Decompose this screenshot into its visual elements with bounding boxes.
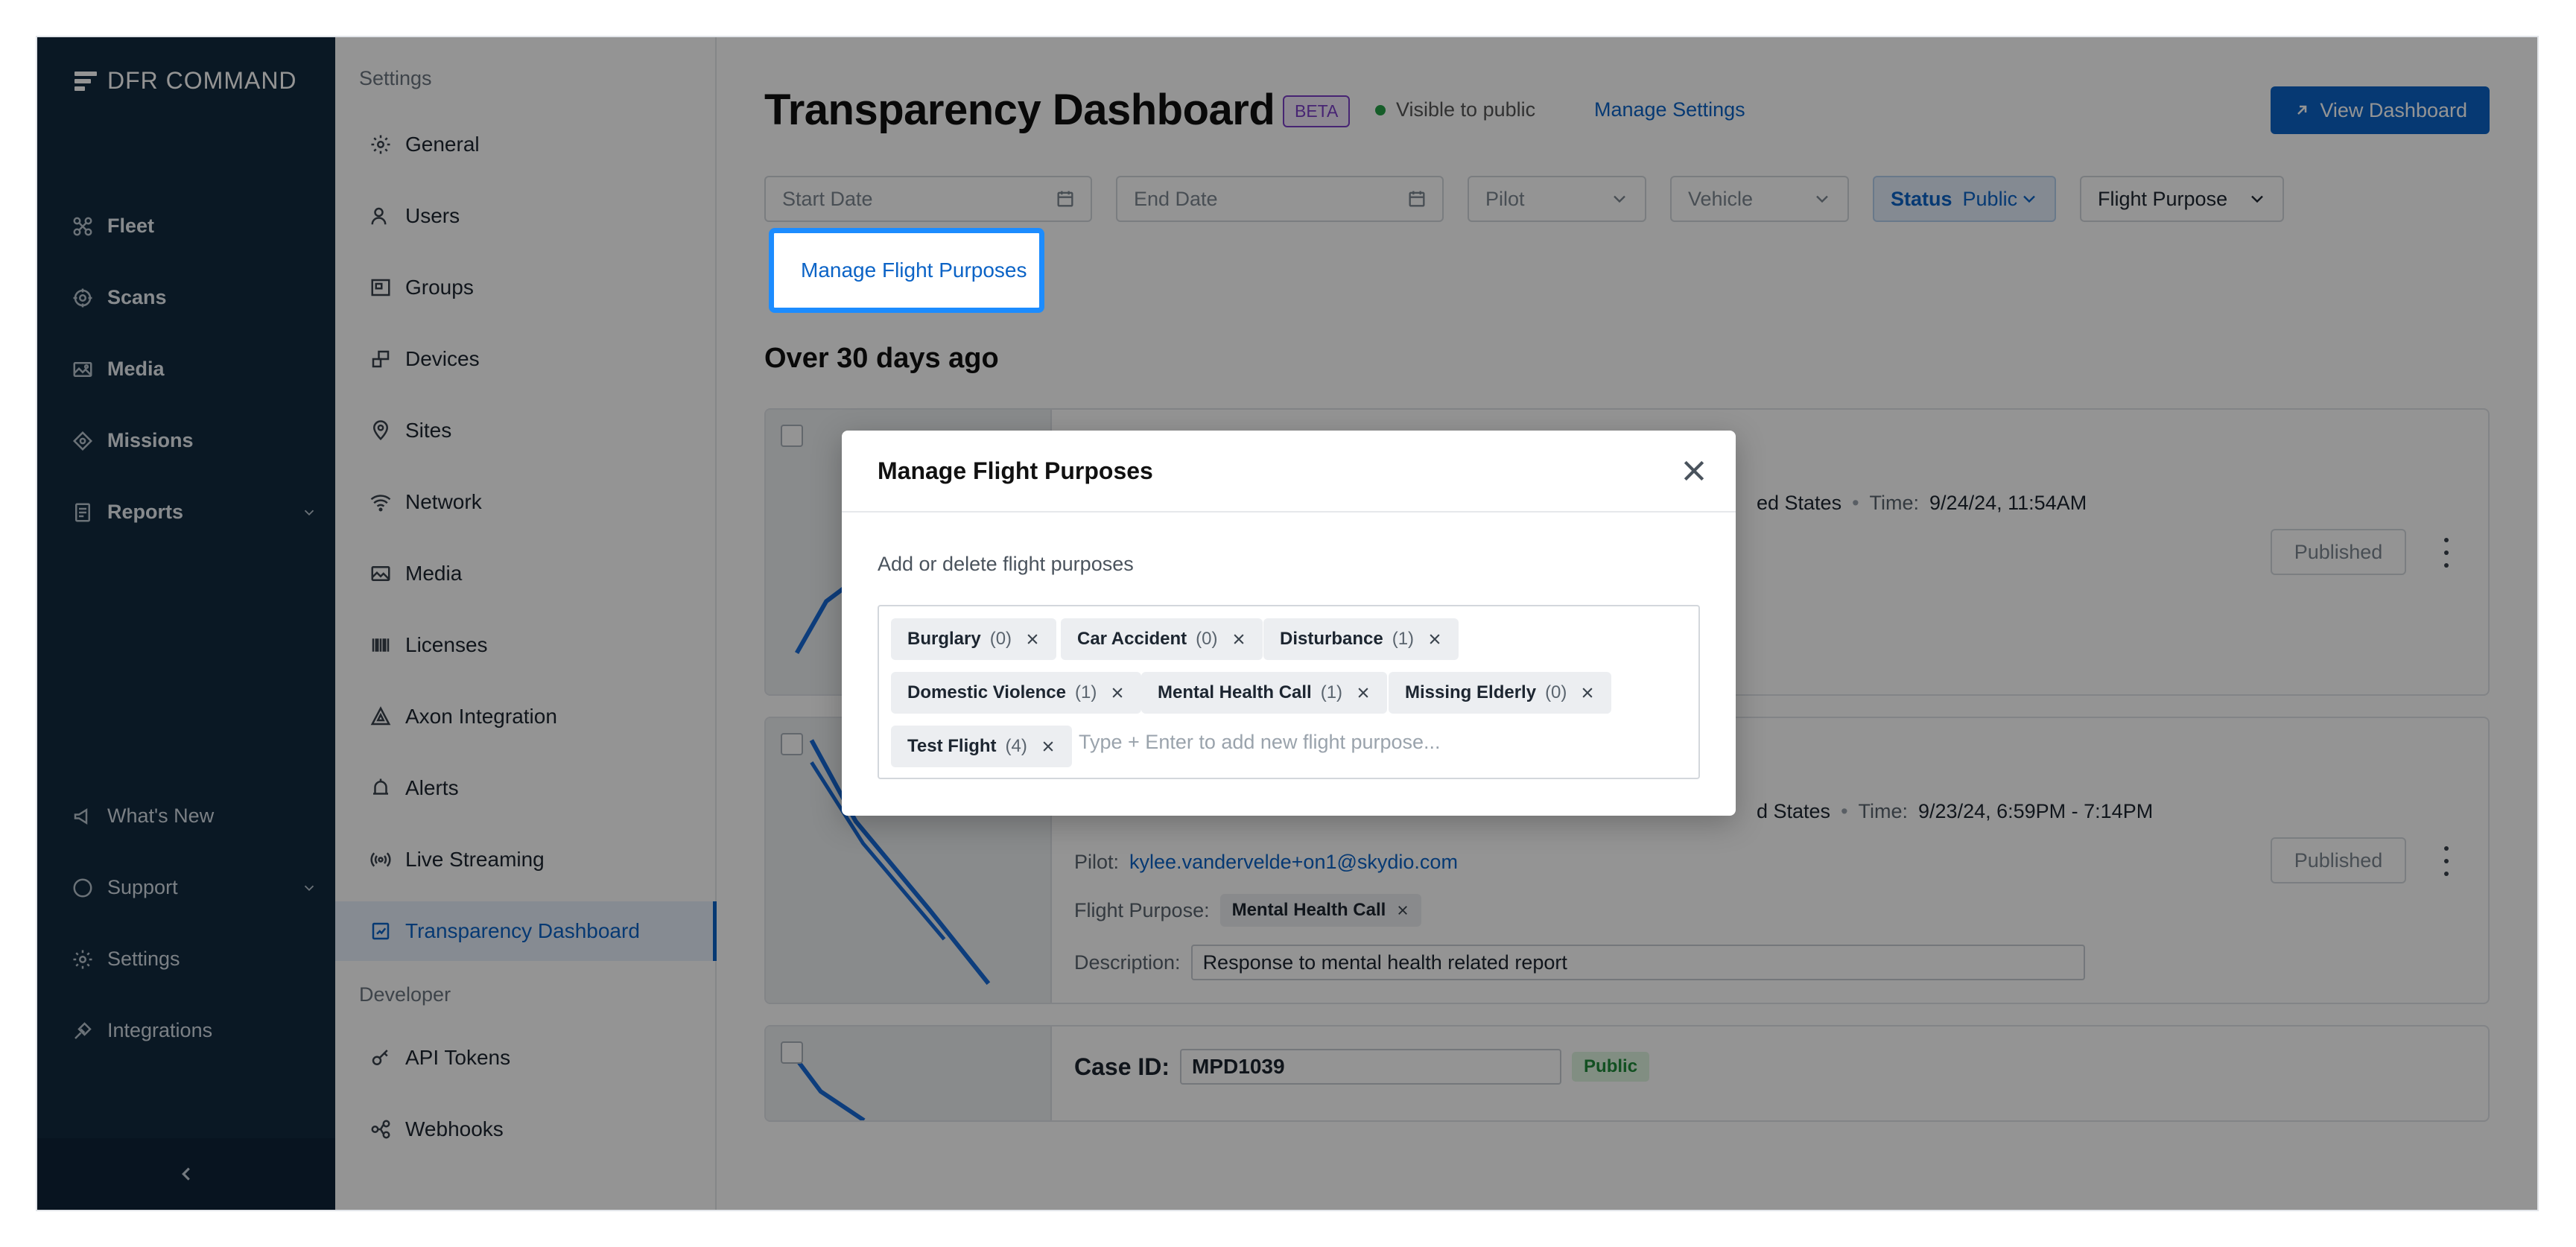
dialog-header: Manage Flight Purposes <box>842 431 1736 513</box>
tag-count: (0) <box>989 629 1012 649</box>
tag-count: (1) <box>1392 629 1415 649</box>
flight-purpose-tag-test-flight: Test Flight (4) <box>891 726 1072 767</box>
tag-name: Missing Elderly <box>1405 682 1537 702</box>
flight-purpose-tag-mental-health-call: Mental Health Call (1) <box>1141 672 1388 714</box>
remove-tag-icon[interactable] <box>1356 685 1371 700</box>
tag-name: Test Flight <box>907 736 997 756</box>
manage-flight-purposes-link[interactable]: Manage Flight Purposes <box>801 258 1027 282</box>
tag-name: Disturbance <box>1280 629 1383 649</box>
tag-count: (0) <box>1545 682 1567 702</box>
remove-tag-icon[interactable] <box>1110 685 1125 700</box>
tag-count: (0) <box>1196 629 1218 649</box>
tag-count: (4) <box>1005 736 1027 756</box>
manage-flight-purposes-dialog: Manage Flight Purposes Add or delete fli… <box>842 431 1736 816</box>
tag-name: Burglary <box>907 629 981 649</box>
flight-purpose-tag-domestic-violence: Domestic Violence (1) <box>891 672 1142 714</box>
dialog-title: Manage Flight Purposes <box>878 457 1153 484</box>
close-icon <box>1684 460 1704 481</box>
new-flight-purpose-input[interactable] <box>1079 721 1660 763</box>
tag-name: Car Accident <box>1077 629 1187 649</box>
tag-name: Mental Health Call <box>1158 682 1312 702</box>
flight-purpose-tag-input[interactable]: Burglary (0) Car Accident (0) Disturbanc… <box>878 605 1700 779</box>
flight-purpose-tag-disturbance: Disturbance (1) <box>1263 618 1459 660</box>
remove-tag-icon[interactable] <box>1231 632 1246 647</box>
remove-tag-icon[interactable] <box>1580 685 1595 700</box>
remove-tag-icon[interactable] <box>1427 632 1442 647</box>
flight-purpose-tag-car-accident: Car Accident (0) <box>1061 618 1263 660</box>
manage-flight-purposes-highlight: Manage Flight Purposes <box>769 228 1044 313</box>
flight-purpose-tag-missing-elderly: Missing Elderly (0) <box>1389 672 1612 714</box>
remove-tag-icon[interactable] <box>1025 632 1040 647</box>
tag-name: Domestic Violence <box>907 682 1066 702</box>
remove-tag-icon[interactable] <box>1041 739 1056 754</box>
tag-count: (1) <box>1074 682 1097 702</box>
flight-purpose-tag-burglary: Burglary (0) <box>891 618 1057 660</box>
app-window: DFR COMMAND Fleet Scans Media Missions R… <box>37 37 2537 1210</box>
dialog-subtitle: Add or delete flight purposes <box>878 553 1134 575</box>
tag-count: (1) <box>1320 682 1343 702</box>
close-dialog-button[interactable] <box>1679 456 1709 486</box>
